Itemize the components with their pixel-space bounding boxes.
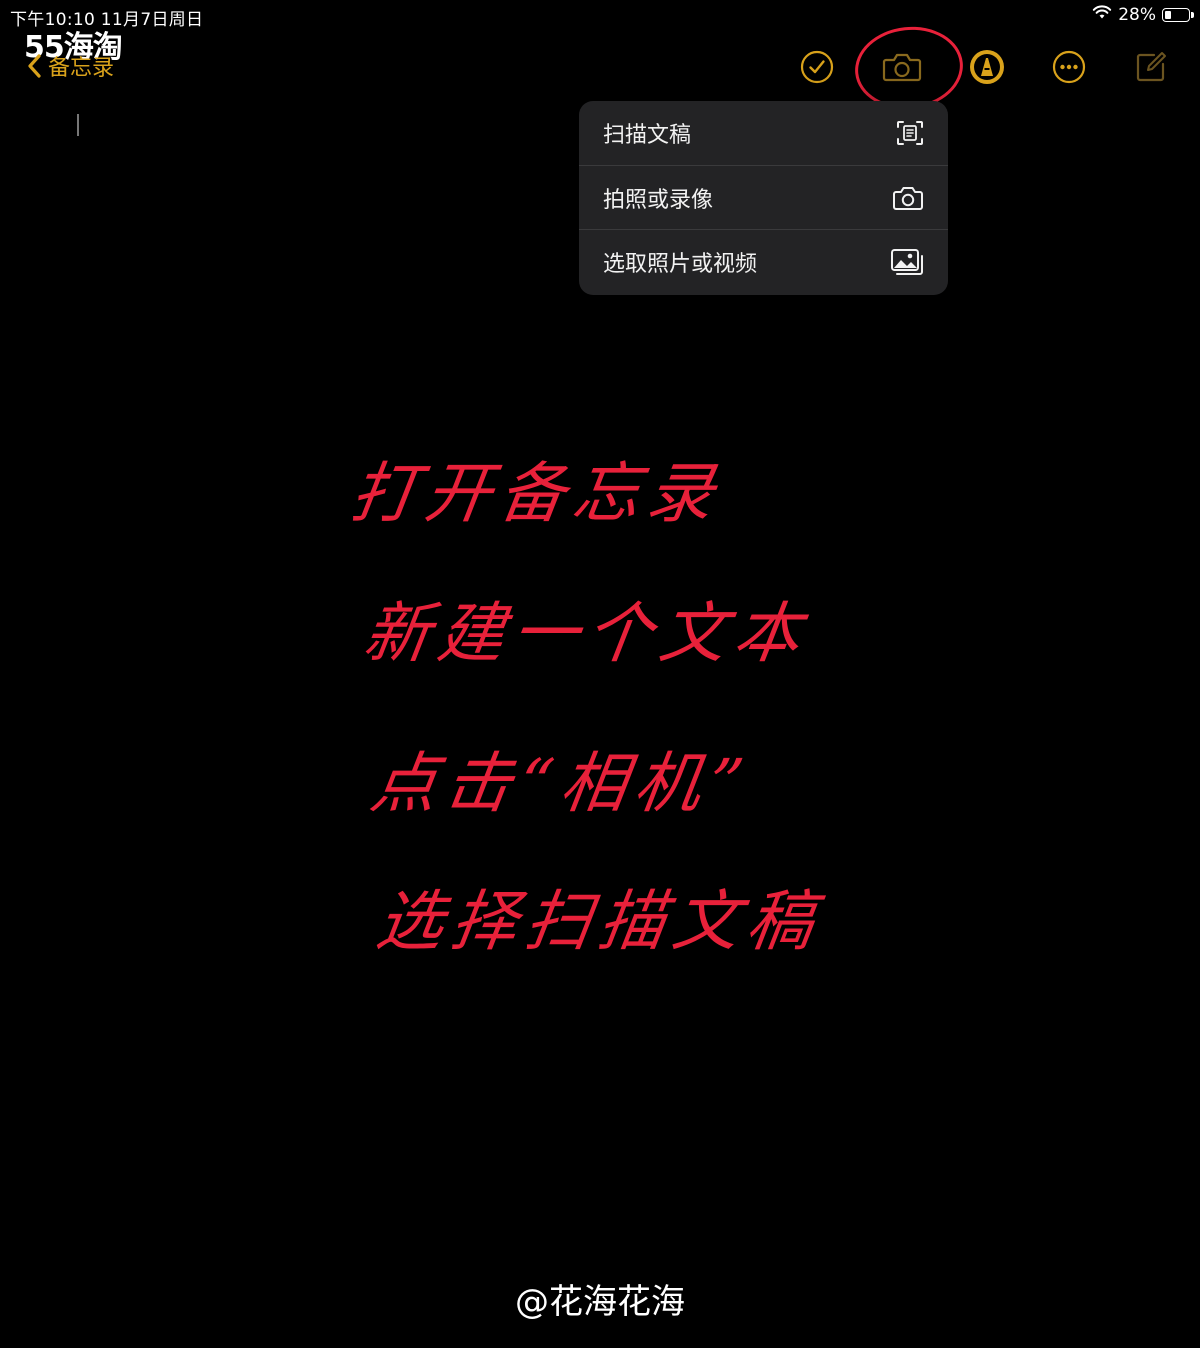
battery-level [1165, 10, 1171, 19]
more-button[interactable] [1051, 49, 1087, 85]
annotation-step-3: 点击“相机” [365, 745, 757, 822]
menu-item-label: 拍照或录像 [603, 187, 714, 213]
back-label: 备忘录 [48, 56, 115, 81]
photo-library-icon [890, 248, 924, 276]
menu-item-scan-document[interactable]: 扫描文稿 [579, 101, 948, 165]
checklist-icon [800, 50, 834, 84]
more-icon [1052, 50, 1086, 84]
checklist-button[interactable] [799, 49, 835, 85]
menu-item-choose-photo[interactable]: 选取照片或视频 [579, 229, 948, 293]
menu-item-label: 选取照片或视频 [603, 251, 758, 277]
menu-item-label: 扫描文稿 [603, 123, 692, 148]
camera-icon [892, 185, 924, 211]
annotation-step-4: 选择扫描文稿 [371, 883, 827, 960]
compose-button[interactable] [1133, 49, 1169, 85]
annotation-step-1: 打开备忘录 [345, 455, 727, 532]
back-button[interactable]: 备忘录 [28, 50, 114, 82]
battery-percent: 28% [1118, 4, 1156, 25]
battery-icon [1162, 7, 1194, 22]
menu-item-take-photo[interactable]: 拍照或录像 [579, 165, 948, 229]
camera-menu: 扫描文稿 拍照或录像 选取照片或视频 [579, 101, 948, 295]
camera-icon [882, 51, 922, 83]
text-cursor [77, 114, 79, 136]
camera-button[interactable] [882, 49, 922, 85]
scan-document-icon [896, 120, 924, 146]
status-indicators: 28% [1092, 4, 1194, 25]
credit-watermark: @花海花海 [515, 1282, 685, 1322]
markup-button[interactable] [969, 49, 1005, 85]
chevron-left-icon [28, 54, 42, 78]
annotation-step-2: 新建一个文本 [358, 595, 814, 672]
markup-icon [969, 49, 1005, 85]
compose-icon [1134, 50, 1168, 84]
wifi-icon [1092, 4, 1112, 25]
